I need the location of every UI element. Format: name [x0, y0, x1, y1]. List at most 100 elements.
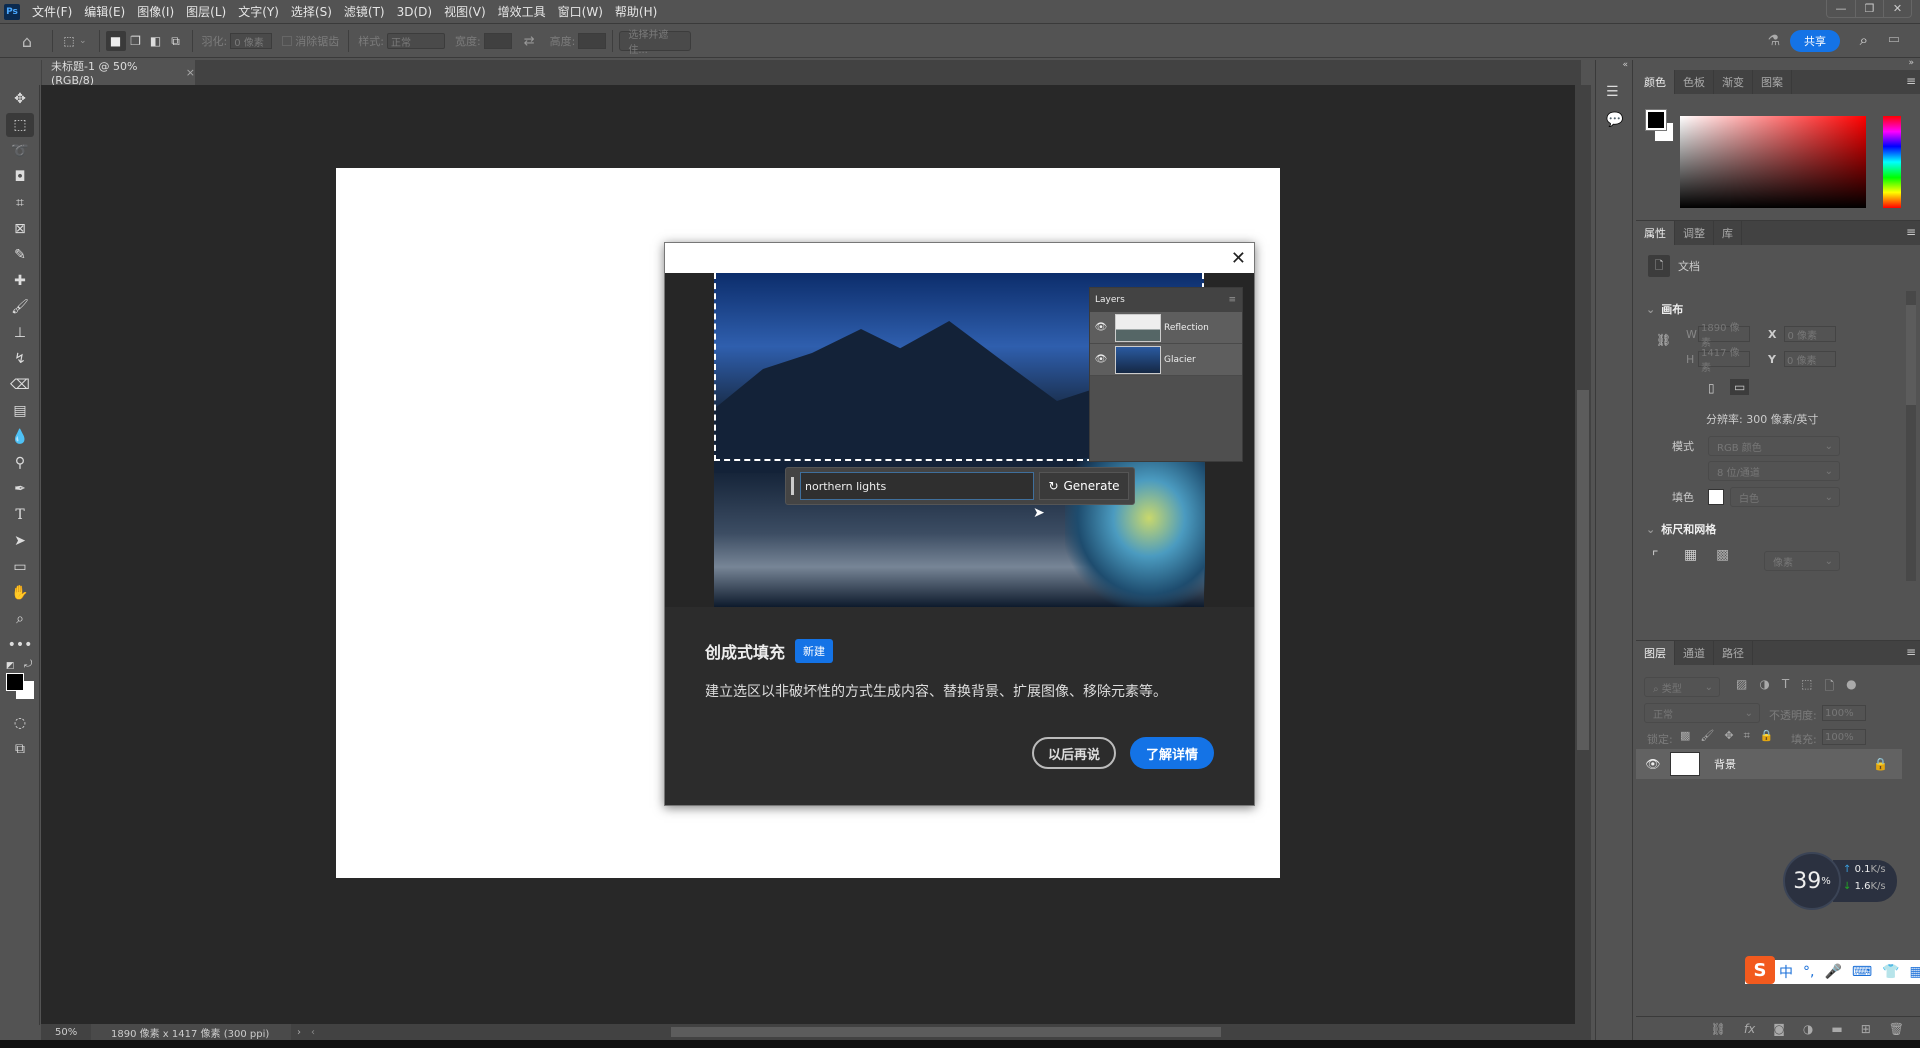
eyedropper-tool-icon[interactable]: ✎ [6, 243, 34, 267]
marquee-preset-icon[interactable]: ⬚ [59, 31, 79, 51]
collapse-icon[interactable]: « [1622, 60, 1628, 70]
intersect-selection-icon[interactable]: ⧉ [166, 31, 186, 51]
panel-menu-icon[interactable]: ≡ [1906, 645, 1916, 659]
shape-filter-icon[interactable]: ⬚ [1801, 677, 1812, 698]
hand-tool-icon[interactable]: ✋ [6, 581, 34, 605]
microphone-icon[interactable]: 🎤 [1824, 964, 1841, 980]
new-group-icon[interactable]: ▬ [1831, 1022, 1842, 1036]
move-tool-icon[interactable]: ✥ [6, 87, 34, 111]
layer-filter-select[interactable]: ⌕ 类型 ⌄ [1644, 677, 1720, 697]
swap-colors-icon[interactable]: ⤾ [24, 659, 32, 670]
canvas-height-input[interactable]: 1417 像素 [1698, 348, 1750, 374]
feather-input[interactable]: 0 像素 [230, 33, 273, 49]
properties-scrollbar[interactable] [1906, 291, 1916, 581]
add-mask-icon[interactable]: ◙ [1773, 1022, 1785, 1036]
zoom-tool-icon[interactable]: ⌕ [6, 607, 34, 631]
canvas-width-input[interactable]: 1890 像素 [1698, 323, 1750, 349]
tab-color[interactable]: 颜色 [1636, 70, 1675, 94]
ruler-icon[interactable]: ⌜ [1652, 549, 1659, 565]
adjustment-filter-icon[interactable]: ◑ [1759, 677, 1769, 698]
type-tool-icon[interactable]: T [6, 503, 34, 527]
lasso-tool-icon[interactable]: ➰ [6, 139, 34, 163]
lock-artboard-icon[interactable]: ⌗ [1744, 729, 1750, 743]
width-input[interactable] [483, 33, 512, 49]
cpu-gauge[interactable]: 39% [1783, 852, 1841, 910]
screen-mode-icon[interactable]: ⧉ [6, 737, 34, 761]
antialias-checkbox[interactable] [282, 36, 293, 46]
document-tab[interactable]: 未标题-1 @ 50%(RGB/8) × [42, 60, 195, 87]
adjustment-layer-icon[interactable]: ◑ [1803, 1022, 1813, 1036]
chevron-left-icon[interactable]: ‹ [311, 1027, 315, 1038]
healing-brush-tool-icon[interactable]: ✚ [6, 269, 34, 293]
sogou-logo[interactable]: S [1745, 956, 1775, 984]
brush-tool-icon[interactable]: 🖌 [6, 295, 34, 319]
default-colors-icon[interactable]: ◩ [6, 661, 15, 671]
transparency-grid-icon[interactable]: ▩ [1716, 547, 1729, 563]
new-selection-icon[interactable]: ■ [105, 31, 126, 51]
history-brush-tool-icon[interactable]: ↯ [6, 347, 34, 371]
menu-filter[interactable]: 滤镜(T) [338, 0, 391, 24]
path-selection-tool-icon[interactable]: ➤ [6, 529, 34, 553]
fx-icon[interactable]: fx [1744, 1022, 1755, 1036]
landscape-icon[interactable]: ▭ [1730, 379, 1750, 395]
new-layer-icon[interactable]: ⊞ [1861, 1022, 1871, 1036]
blend-mode-select[interactable]: 正常 ⌄ [1644, 703, 1760, 723]
link-layers-icon[interactable]: ⛓ [1711, 1022, 1726, 1036]
ime-mode[interactable]: 中 [1779, 962, 1793, 982]
units-select[interactable]: 像素 ⌄ [1764, 551, 1840, 571]
horizontal-scrollbar[interactable] [671, 1027, 1221, 1037]
mode-select[interactable]: RGB 颜色 ⌄ [1708, 436, 1840, 456]
link-icon[interactable]: ⛓ [1656, 333, 1671, 347]
panel-menu-icon[interactable]: ≡ [1906, 74, 1916, 88]
type-filter-icon[interactable]: T [1782, 677, 1789, 698]
panel-menu-icon[interactable]: ≡ [1906, 225, 1916, 239]
crop-tool-icon[interactable]: ⌗ [6, 191, 34, 215]
restore-button[interactable]: ❐ [1855, 0, 1883, 17]
tab-swatches[interactable]: 色板 [1675, 70, 1714, 94]
vertical-scrollbar[interactable] [1575, 85, 1591, 1024]
menu-file[interactable]: 文件(F) [26, 0, 78, 24]
foreground-color-swatch[interactable] [6, 673, 24, 691]
layer-row[interactable]: 👁 背景 🔒 [1636, 749, 1902, 779]
menu-help[interactable]: 帮助(H) [609, 0, 663, 24]
clone-stamp-tool-icon[interactable]: ⊥ [6, 321, 34, 345]
blur-tool-icon[interactable]: 💧 [6, 425, 34, 449]
zoom-level[interactable]: 50% [41, 1027, 91, 1038]
rectangle-tool-icon[interactable]: ▭ [6, 555, 34, 579]
menu-select[interactable]: 选择(S) [285, 0, 338, 24]
menu-image[interactable]: 图像(I) [131, 0, 180, 24]
fill-color-swatch[interactable] [1708, 489, 1724, 505]
keyboard-icon[interactable]: ⌨ [1852, 964, 1872, 980]
foreground-color-swatch[interactable] [1645, 109, 1667, 131]
workspace-icon[interactable]: ▭ [1888, 32, 1900, 47]
canvas-section-header[interactable]: ⌄ 画布 [1646, 301, 1683, 317]
close-tab-icon[interactable]: × [186, 66, 195, 79]
pixel-filter-icon[interactable]: ▨ [1736, 677, 1747, 698]
tab-properties[interactable]: 属性 [1636, 221, 1675, 245]
fill-select[interactable]: 白色 ⌄ [1730, 487, 1840, 507]
menu-window[interactable]: 窗口(W) [552, 0, 609, 24]
smart-object-filter-icon[interactable]: 🗋 [1825, 677, 1835, 698]
bit-depth-select[interactable]: 8 位/通道 ⌄ [1708, 461, 1840, 481]
tab-patterns[interactable]: 图案 [1753, 70, 1792, 94]
canvas-y-input[interactable]: 0 像素 [1783, 351, 1836, 367]
frame-tool-icon[interactable]: ⊠ [6, 217, 34, 241]
opacity-input[interactable]: 100% [1822, 705, 1866, 721]
skin-icon[interactable]: 👕 [1882, 964, 1899, 980]
portrait-icon[interactable]: ▯ [1708, 381, 1715, 395]
lock-all-icon[interactable]: 🔒 [1760, 729, 1774, 743]
subtract-selection-icon[interactable]: ◧ [146, 31, 166, 51]
gradient-tool-icon[interactable]: ▤ [6, 399, 34, 423]
filter-toggle-icon[interactable]: ● [1846, 677, 1856, 698]
menu-plugins[interactable]: 增效工具 [492, 0, 552, 24]
canvas-x-input[interactable]: 0 像素 [1784, 326, 1837, 342]
toolbox-icon[interactable]: ▦ [1910, 964, 1920, 980]
pen-tool-icon[interactable]: ✒ [6, 477, 34, 501]
dodge-tool-icon[interactable]: ⚲ [6, 451, 34, 475]
color-field[interactable] [1680, 116, 1866, 208]
lock-pixels-icon[interactable]: 🖌 [1700, 729, 1714, 743]
style-select[interactable]: 正常 [386, 33, 445, 49]
scrollbar-thumb[interactable] [1577, 390, 1589, 750]
hue-slider[interactable] [1883, 116, 1901, 208]
height-input[interactable] [578, 33, 607, 49]
